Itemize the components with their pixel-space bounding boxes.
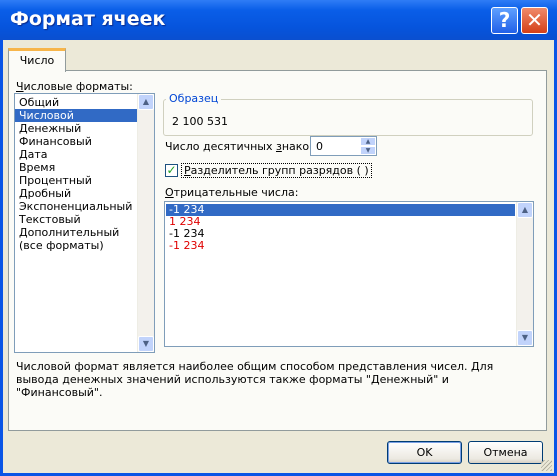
scroll-down-button[interactable]: ▼	[138, 336, 154, 352]
format-item[interactable]: Процентный	[15, 174, 137, 187]
scroll-down-icon: ▼	[521, 333, 529, 342]
decimals-up-button[interactable]: ▲	[360, 137, 376, 146]
scroll-up-icon: ▲	[521, 205, 529, 214]
formats-listbox[interactable]: Общий Числовой Денежный Финансовый Дата Время…	[14, 93, 155, 353]
format-item[interactable]: Текстовый	[15, 213, 137, 226]
negative-format-item[interactable]: -1 234	[166, 228, 515, 240]
negatives-scrollbar[interactable]: ▲ ▼	[516, 202, 533, 346]
neg-scroll-down-button[interactable]: ▼	[517, 330, 533, 346]
decimals-stepper[interactable]: 0 ▲ ▼	[310, 136, 377, 156]
tab-number[interactable]: Число	[8, 48, 66, 72]
scroll-up-icon: ▲	[142, 97, 150, 106]
sample-title: Образец	[166, 92, 222, 105]
format-item[interactable]: Общий	[15, 96, 137, 109]
negatives-items: -1 234 1 234 -1 234 -1 234	[166, 204, 533, 252]
negative-format-item[interactable]: -1 234	[166, 240, 515, 252]
cancel-button[interactable]: Отмена	[468, 441, 543, 464]
decimals-value: 0	[316, 140, 323, 153]
help-button[interactable]: ?	[491, 7, 518, 34]
decimals-label-a: Число десятичных	[165, 140, 276, 153]
decimals-stepper-buttons: ▲ ▼	[360, 137, 376, 155]
separator-label[interactable]: Разделитель групп разрядов ( )	[181, 163, 372, 178]
formats-label: Числовые форматы:	[16, 80, 133, 93]
window-title: Формат ячеек	[10, 8, 166, 30]
formats-label-accesskey: Ч	[16, 80, 24, 93]
separator-checkbox[interactable]: ✓	[165, 164, 178, 177]
dialog-body: Число Числовые форматы: Общий Числовой Ден…	[3, 40, 554, 473]
formats-scrollbar[interactable]: ▲ ▼	[137, 94, 154, 352]
format-description: Числовой формат является наиболее общим …	[16, 360, 494, 399]
chevron-up-icon: ▲	[365, 138, 371, 145]
decimals-down-button[interactable]: ▼	[360, 146, 376, 155]
format-item[interactable]: Дробный	[15, 187, 137, 200]
negative-format-item[interactable]: -1 234	[166, 204, 515, 216]
negatives-label-text: трицательные числа:	[173, 186, 299, 199]
format-item[interactable]: (все форматы)	[15, 239, 137, 252]
format-item[interactable]: Денежный	[15, 122, 137, 135]
format-item[interactable]: Дата	[15, 148, 137, 161]
format-item[interactable]: Финансовый	[15, 135, 137, 148]
close-button[interactable]: ✕	[521, 7, 548, 34]
ok-button[interactable]: OK	[387, 441, 462, 464]
negative-format-item[interactable]: 1 234	[166, 216, 515, 228]
tab-number-label: Число	[19, 54, 55, 67]
neg-scroll-up-button[interactable]: ▲	[517, 202, 533, 218]
check-icon: ✓	[166, 163, 177, 177]
format-item[interactable]: Дополнительный	[15, 226, 137, 239]
dialog-window: Формат ячеек ? ✕ Число Числовые форматы:…	[0, 0, 557, 476]
separator-label-accesskey: Р	[184, 164, 191, 177]
separator-label-text: азделитель групп разрядов ( )	[190, 164, 369, 177]
close-icon: ✕	[526, 8, 543, 32]
title-bar[interactable]: Формат ячеек ? ✕	[0, 0, 557, 40]
format-item[interactable]: Время	[15, 161, 137, 174]
scroll-down-icon: ▼	[142, 339, 150, 348]
format-item[interactable]: Числовой	[15, 109, 137, 122]
chevron-down-icon: ▼	[365, 147, 371, 154]
resize-grip[interactable]	[541, 460, 552, 471]
scroll-up-button[interactable]: ▲	[138, 94, 154, 110]
negatives-label-accesskey: О	[165, 186, 174, 199]
format-item[interactable]: Экспоненциальный	[15, 200, 137, 213]
help-icon: ?	[498, 8, 511, 32]
sample-value: 2 100 531	[172, 115, 228, 128]
negatives-listbox[interactable]: -1 234 1 234 -1 234 -1 234 ▲ ▼	[164, 201, 534, 347]
decimals-label: Число десятичных знаков:	[165, 140, 319, 153]
formats-label-text: исловые форматы:	[23, 80, 133, 93]
negatives-label: Отрицательные числа:	[165, 186, 298, 199]
formats-items: Общий Числовой Денежный Финансовый Дата Время…	[15, 96, 137, 252]
